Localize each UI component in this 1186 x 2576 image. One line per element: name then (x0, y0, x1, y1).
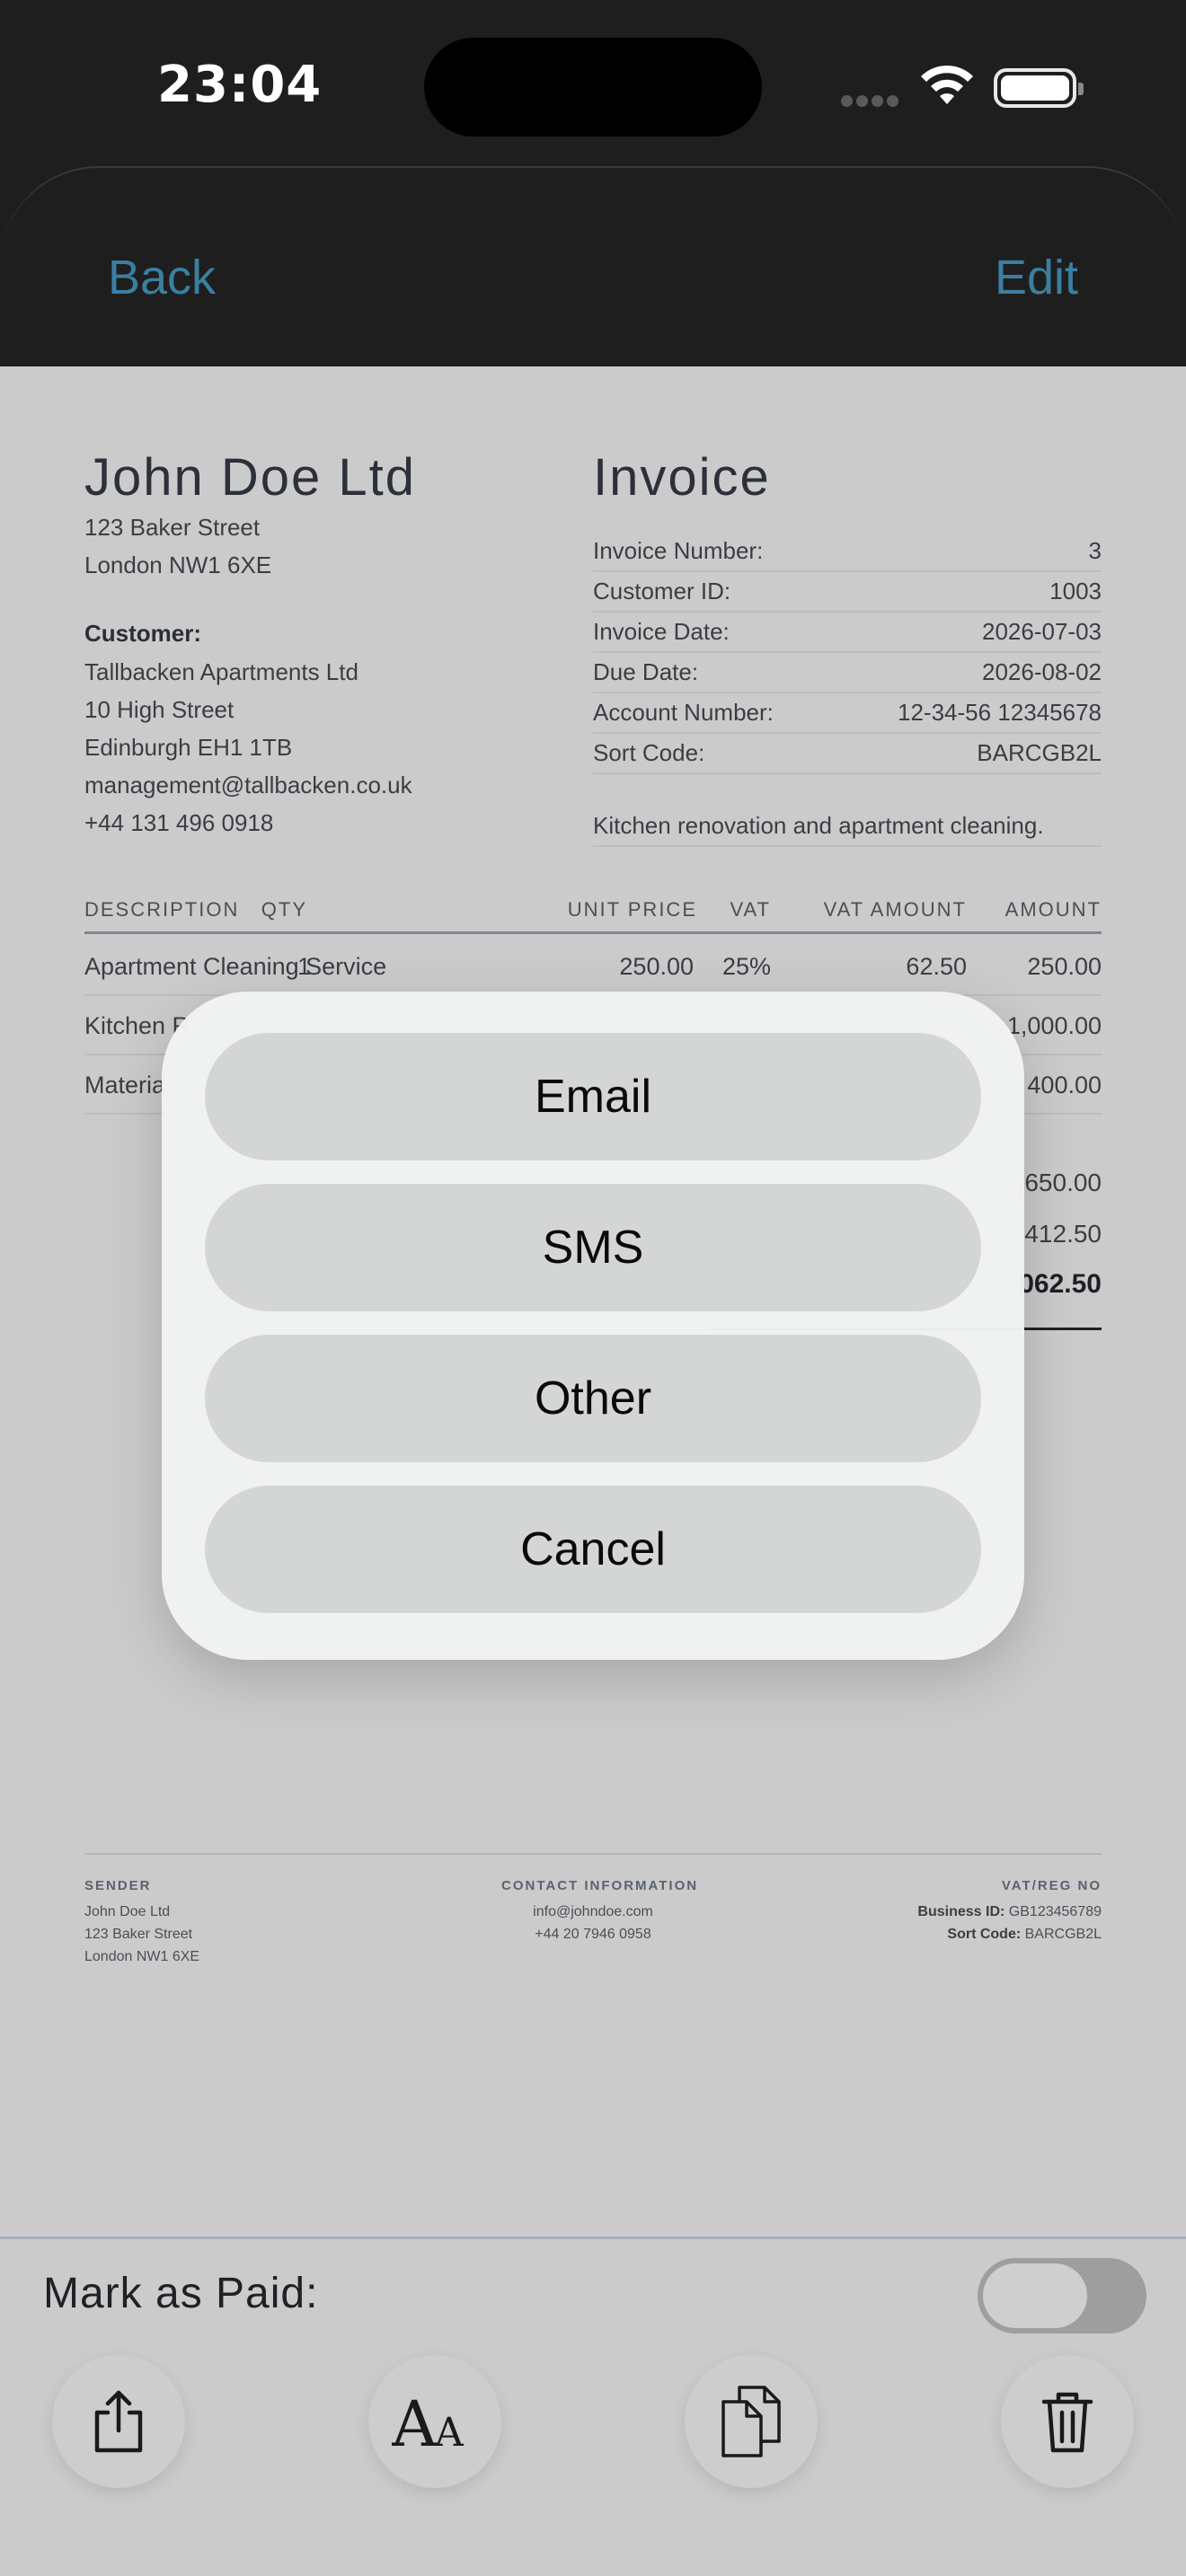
email-option-button[interactable]: Email (205, 1033, 981, 1160)
other-option-button[interactable]: Other (205, 1335, 981, 1462)
sms-option-button[interactable]: SMS (205, 1184, 981, 1311)
cancel-button[interactable]: Cancel (205, 1486, 981, 1613)
share-action-sheet: Email SMS Other Cancel (162, 992, 1024, 1660)
